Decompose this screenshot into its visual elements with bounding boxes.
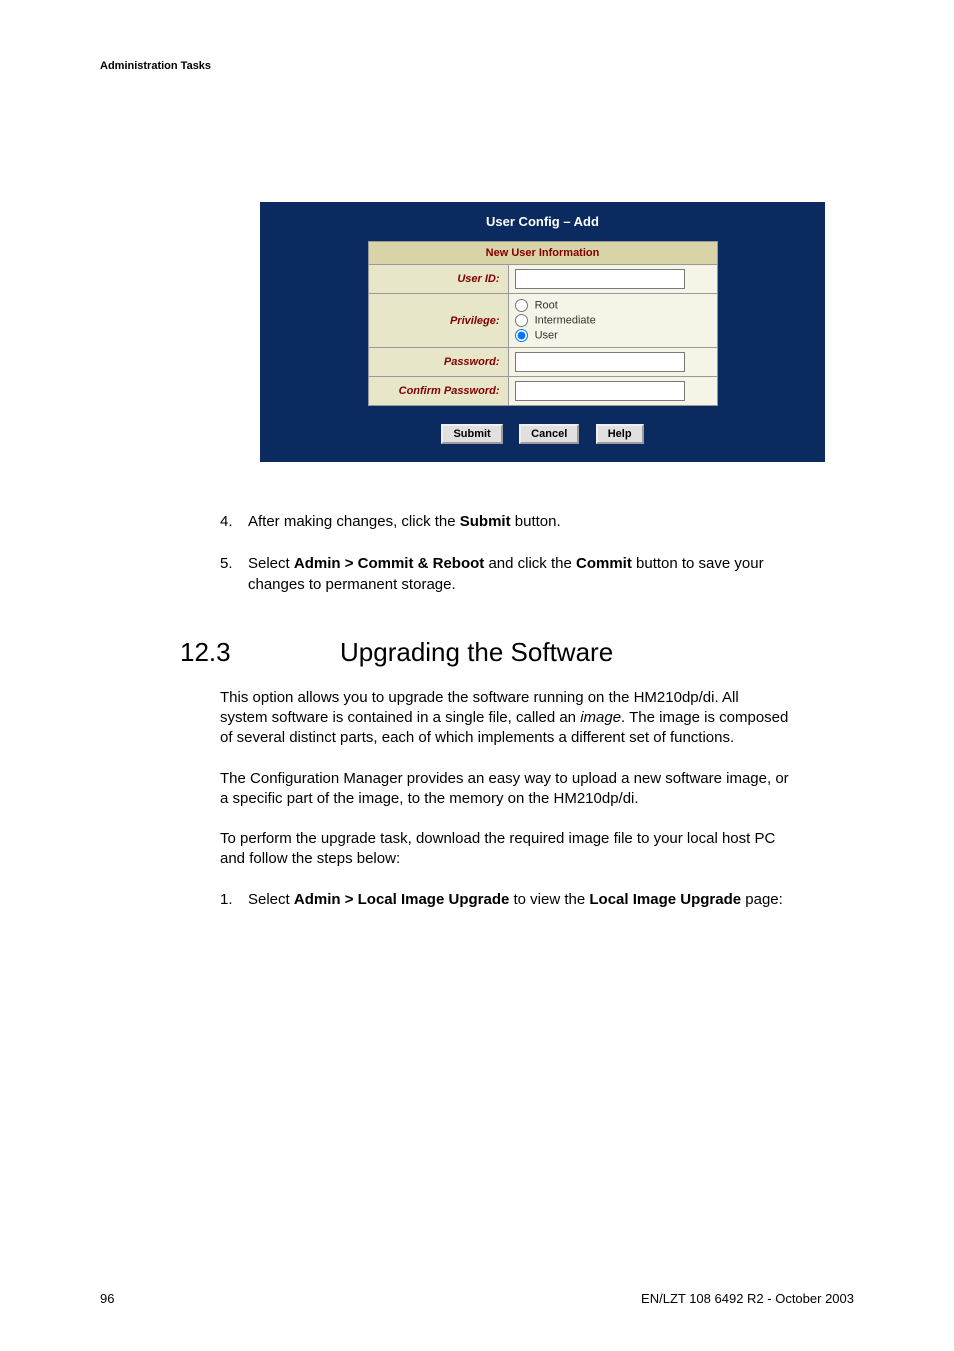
form-header: New User Information bbox=[368, 242, 717, 265]
privilege-user-row[interactable]: User bbox=[515, 328, 711, 343]
privilege-intermediate-label: Intermediate bbox=[535, 314, 596, 326]
privilege-root-label: Root bbox=[535, 299, 558, 311]
help-button[interactable]: Help bbox=[596, 424, 644, 444]
section-step-1-bold1: Admin > Local Image Upgrade bbox=[294, 891, 509, 908]
section-number: 12.3 bbox=[180, 635, 340, 670]
privilege-user-radio[interactable] bbox=[515, 329, 528, 342]
confirm-password-label: Confirm Password: bbox=[368, 377, 508, 406]
user-id-input[interactable] bbox=[515, 269, 685, 289]
step-4-suffix: button. bbox=[511, 513, 561, 530]
privilege-intermediate-radio[interactable] bbox=[515, 314, 528, 327]
page-header: Administration Tasks bbox=[100, 60, 854, 72]
step-5: 5. Select Admin > Commit & Reboot and cl… bbox=[220, 554, 790, 595]
privilege-label: Privilege: bbox=[368, 294, 508, 348]
section-step-1-suffix: page: bbox=[741, 891, 783, 908]
section-heading: 12.3 Upgrading the Software bbox=[180, 635, 790, 670]
step-4-prefix: After making changes, click the bbox=[248, 513, 460, 530]
section-step-1-bold2: Local Image Upgrade bbox=[589, 891, 741, 908]
section-step-1-prefix: Select bbox=[248, 891, 294, 908]
user-config-screenshot: User Config – Add New User Information U… bbox=[260, 202, 854, 462]
step-4: 4. After making changes, click the Submi… bbox=[220, 512, 790, 532]
section-step-1-mid: to view the bbox=[509, 891, 589, 908]
step-4-bold: Submit bbox=[460, 513, 511, 530]
section-p1: This option allows you to upgrade the so… bbox=[220, 688, 790, 749]
privilege-intermediate-row[interactable]: Intermediate bbox=[515, 313, 711, 328]
section-p1-italic: image bbox=[580, 709, 621, 726]
privilege-user-label: User bbox=[535, 329, 558, 341]
section-p3: To perform the upgrade task, download th… bbox=[220, 829, 790, 870]
privilege-root-radio[interactable] bbox=[515, 299, 528, 312]
document-id: EN/LZT 108 6492 R2 - October 2003 bbox=[641, 1291, 854, 1306]
privilege-root-row[interactable]: Root bbox=[515, 298, 711, 313]
section-p2: The Configuration Manager provides an ea… bbox=[220, 769, 790, 810]
page-footer: 96 EN/LZT 108 6492 R2 - October 2003 bbox=[100, 1291, 854, 1306]
step-5-prefix: Select bbox=[248, 555, 294, 572]
submit-button[interactable]: Submit bbox=[441, 424, 502, 444]
confirm-password-input[interactable] bbox=[515, 381, 685, 401]
screenshot-title: User Config – Add bbox=[260, 214, 825, 229]
password-label: Password: bbox=[368, 348, 508, 377]
user-id-label: User ID: bbox=[368, 265, 508, 294]
button-row: Submit Cancel Help bbox=[260, 424, 825, 444]
section-title: Upgrading the Software bbox=[340, 635, 613, 670]
step-5-mid: and click the bbox=[484, 555, 576, 572]
page-number: 96 bbox=[100, 1291, 114, 1306]
password-input[interactable] bbox=[515, 352, 685, 372]
section-step-1: 1. Select Admin > Local Image Upgrade to… bbox=[220, 890, 790, 910]
new-user-form: New User Information User ID: Privilege:… bbox=[368, 241, 718, 406]
step-5-number: 5. bbox=[220, 554, 248, 595]
section-step-1-number: 1. bbox=[220, 890, 248, 910]
cancel-button[interactable]: Cancel bbox=[519, 424, 579, 444]
step-5-bold2: Commit bbox=[576, 555, 632, 572]
step-5-bold1: Admin > Commit & Reboot bbox=[294, 555, 484, 572]
step-4-number: 4. bbox=[220, 512, 248, 532]
